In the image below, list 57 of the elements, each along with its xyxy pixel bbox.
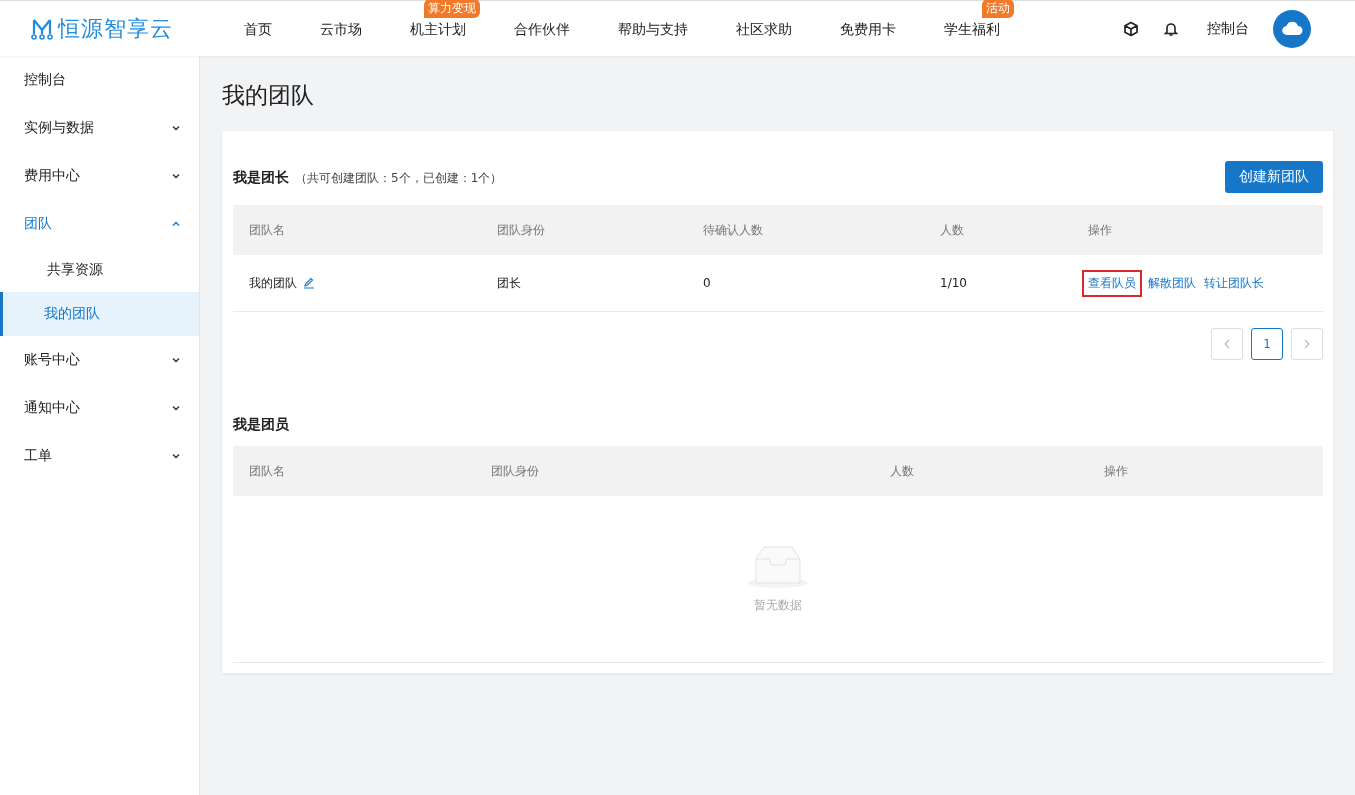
nav-link[interactable]: 帮助与支持 xyxy=(618,20,688,37)
edit-icon[interactable] xyxy=(303,277,315,289)
nav-link[interactable]: 机主计划 xyxy=(410,20,466,37)
column-header: 人数 xyxy=(939,221,965,239)
sidebar-item[interactable]: 账号中心 xyxy=(0,336,199,384)
chevron-icon xyxy=(171,171,181,181)
action-link[interactable]: 转让团队长 xyxy=(1202,269,1266,297)
chevron-icon xyxy=(171,219,181,229)
chevron-icon xyxy=(171,403,181,413)
console-link[interactable]: 控制台 xyxy=(1207,19,1249,38)
chevron-icon xyxy=(171,451,181,461)
sidebar-item[interactable]: 费用中心 xyxy=(0,152,199,200)
chevron-icon xyxy=(171,123,181,133)
table-cell-text: 1/10 xyxy=(939,276,968,290)
action-link[interactable]: 解散团队 xyxy=(1146,269,1198,297)
column-header: 团队身份 xyxy=(496,221,546,239)
nav-link[interactable]: 云市场 xyxy=(320,20,362,37)
chevron-left-icon xyxy=(1223,339,1231,349)
column-header: 操作 xyxy=(1087,221,1113,239)
chevron-right-icon xyxy=(1303,339,1311,349)
sidebar-item[interactable]: 工单 xyxy=(0,432,199,480)
avatar[interactable] xyxy=(1273,9,1311,48)
chevron-icon xyxy=(171,355,181,365)
table-cell-text: 0 xyxy=(702,276,712,290)
sidebar-item[interactable]: 控制台 xyxy=(0,56,199,104)
create-team-button[interactable]: 创建新团队 xyxy=(1225,161,1323,193)
nav-link[interactable]: 学生福利 xyxy=(944,20,1000,37)
sidebar-item[interactable]: 通知中心 xyxy=(0,384,199,432)
action-link[interactable]: 查看队员 xyxy=(1082,269,1142,297)
empty-text: 暂无数据 xyxy=(754,596,802,614)
sidebar-item[interactable]: 团队 xyxy=(0,200,199,248)
quota-note: （共可创建团队：5个，已创建：1个） xyxy=(295,171,503,185)
bell-icon[interactable] xyxy=(1163,20,1179,37)
sidebar-subitem[interactable]: 我的团队 xyxy=(0,292,199,336)
sidebar-subitem[interactable]: 共享资源 xyxy=(0,248,199,292)
logo-text[interactable]: 恒源智享云 xyxy=(58,13,173,44)
section-title: 我是团长 xyxy=(233,169,289,185)
sidebar-item[interactable]: 实例与数据 xyxy=(0,104,199,152)
column-header: 待确认人数 xyxy=(702,221,764,239)
column-header: 操作 xyxy=(1103,462,1129,480)
table-cell-text: 团长 xyxy=(496,274,522,292)
column-header: 团队身份 xyxy=(490,462,540,480)
nav-badge: 算力变现 xyxy=(424,0,480,18)
nav-link[interactable]: 社区求助 xyxy=(736,20,792,37)
column-header: 团队名 xyxy=(248,221,286,239)
column-header: 团队名 xyxy=(248,462,286,480)
nav-link[interactable]: 合作伙伴 xyxy=(514,20,570,37)
nav-badge: 活动 xyxy=(982,0,1014,18)
table-cell: 我的团队 xyxy=(249,274,297,292)
nav-link[interactable]: 免费用卡 xyxy=(840,20,896,37)
cube-icon[interactable] xyxy=(1123,20,1139,37)
page-title: 我的团队 xyxy=(222,81,315,110)
empty-inbox-icon xyxy=(746,544,810,589)
nav-link[interactable]: 首页 xyxy=(244,20,272,37)
page-button[interactable]: 1 xyxy=(1251,328,1283,360)
column-header: 人数 xyxy=(889,462,915,480)
section-title: 我是团员 xyxy=(233,416,290,434)
